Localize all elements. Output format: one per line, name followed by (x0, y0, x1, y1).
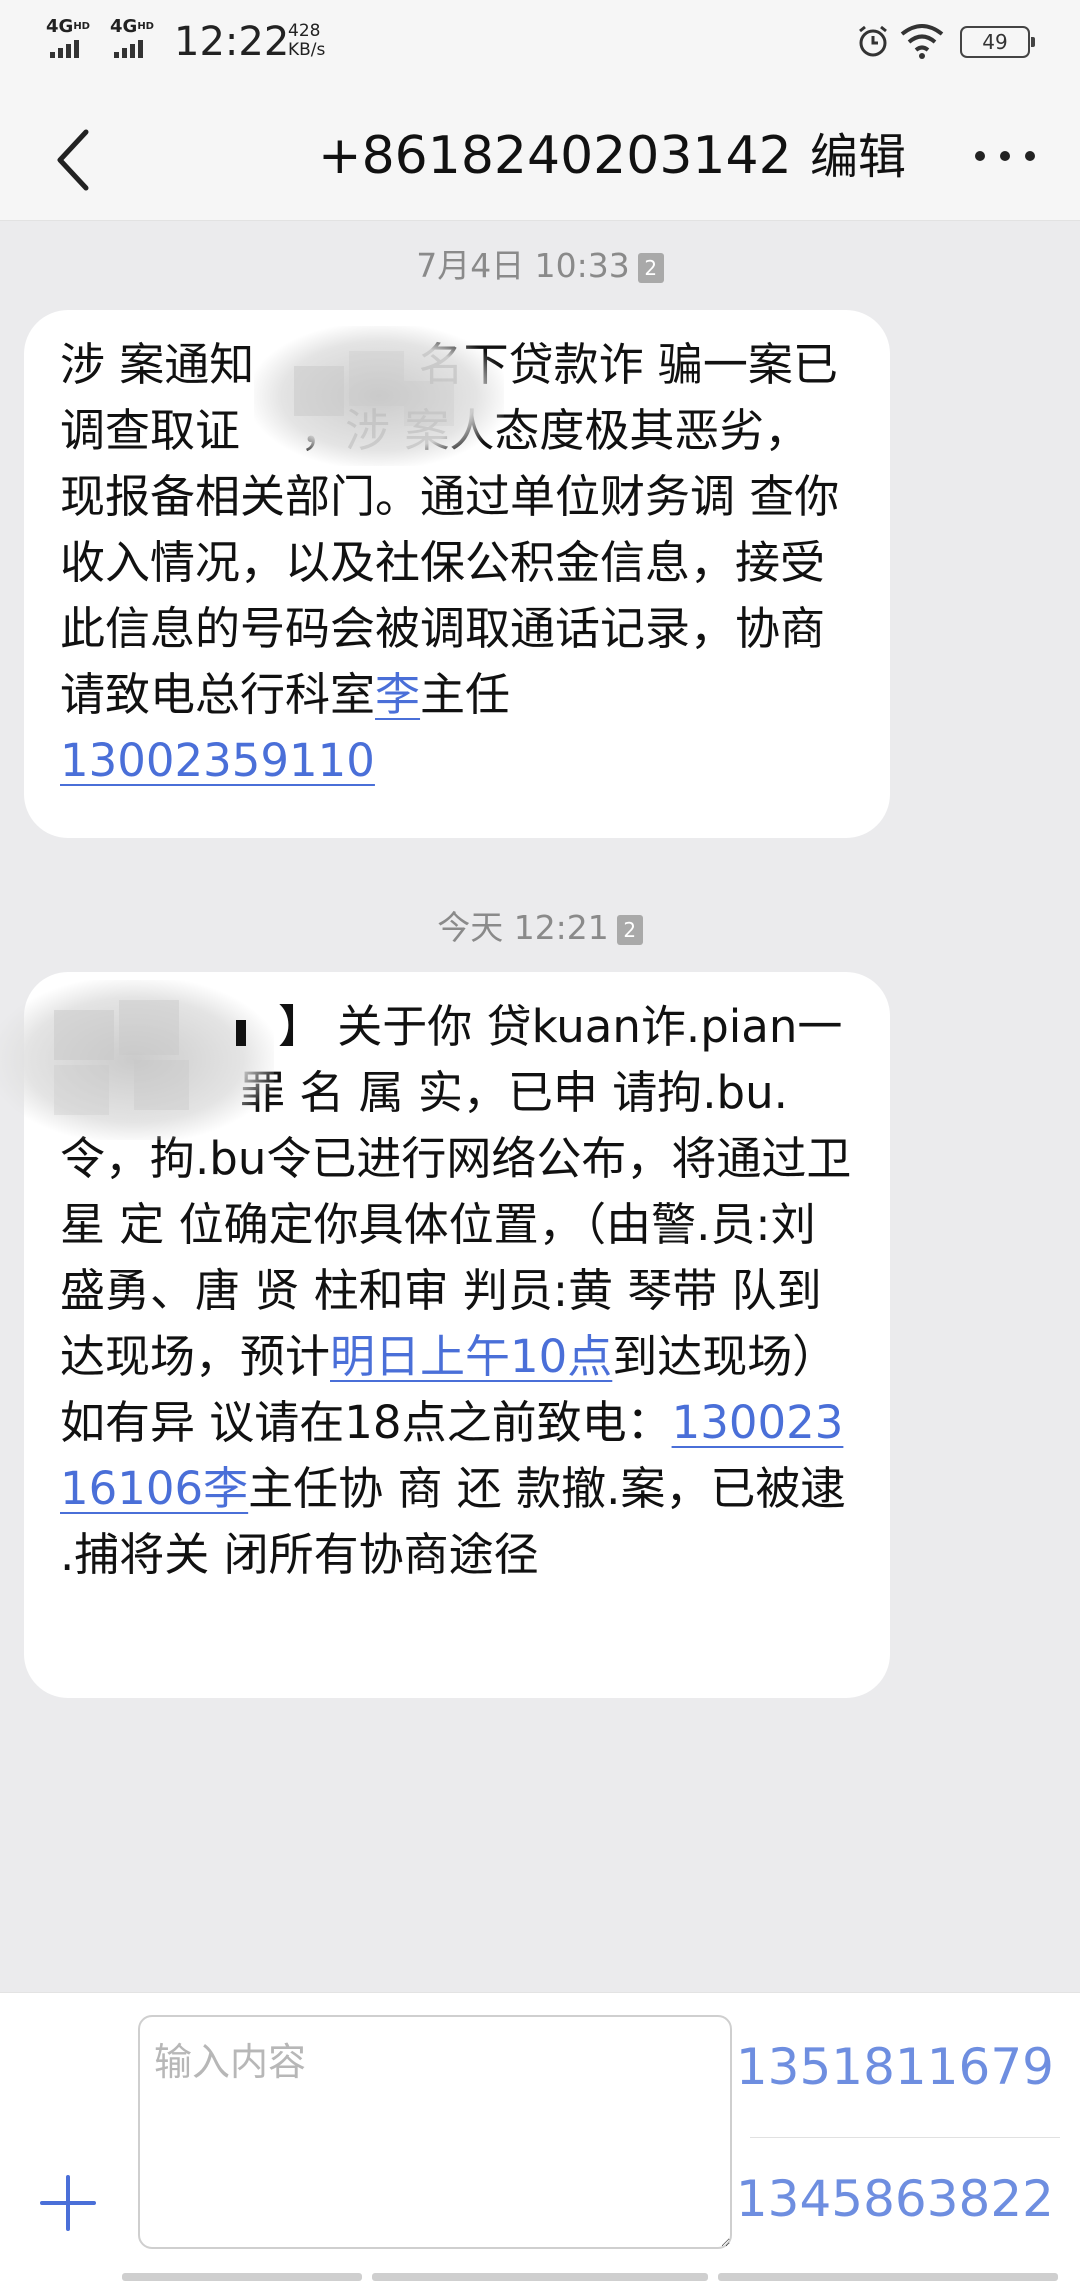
conversation-header: +8618240203142 编辑 (0, 84, 1080, 221)
contact-name-link[interactable]: 李 (375, 668, 420, 721)
signal-icon (114, 38, 143, 58)
sim-card-icon: 2 (637, 253, 664, 283)
clock: 12:22 (174, 19, 290, 65)
divider (750, 2137, 1060, 2138)
message-timestamp: 7月4日 10:33 2 (0, 246, 1080, 286)
edit-button[interactable]: 编辑 (810, 126, 906, 188)
message-bubble[interactable]: 涉 案通知 名下贷款诈 骗一案已调查取证 ，涉 案人态度极其恶劣，现报备相关部门。… (24, 310, 890, 838)
send-sim2-button[interactable]: 1345863822 (736, 2169, 1054, 2229)
message-timestamp: 今天 12:21 2 (0, 908, 1080, 948)
back-chevron-icon[interactable] (46, 120, 106, 200)
status-bar: 4GHD 4GHD 12:22 428 KB/s 49 (0, 0, 1080, 84)
network-indicator-2: 4GHD (110, 16, 154, 37)
composer-bar: 1351811679 1345863822 (0, 1992, 1080, 2281)
send-sim1-button[interactable]: 1351811679 (736, 2037, 1054, 2097)
alarm-icon (859, 25, 887, 57)
network-speed: 428 KB/s (288, 21, 326, 60)
phone-number-link[interactable]: 13002359110 (60, 734, 375, 787)
battery-icon: 49 (960, 26, 1035, 58)
signal-icon (50, 38, 79, 58)
redaction-bar (236, 1020, 246, 1046)
sim-card-icon: 2 (616, 915, 643, 945)
redaction-blur (254, 326, 504, 466)
more-dots-icon[interactable] (970, 146, 1040, 166)
wifi-icon (900, 24, 944, 59)
add-attachment-icon[interactable] (38, 2173, 98, 2233)
date-link[interactable]: 明日上午10点 (330, 1330, 612, 1383)
message-input[interactable] (138, 2015, 732, 2249)
message-bubble[interactable]: 】 关于你 贷kuan诈.pian一罪 名 属 实，已申 请拘.bu.令，拘.b… (0, 972, 890, 1698)
network-indicator-1: 4GHD (46, 16, 90, 37)
redaction-blur (0, 980, 274, 1140)
conversation-title: +8618240203142 (318, 126, 792, 186)
